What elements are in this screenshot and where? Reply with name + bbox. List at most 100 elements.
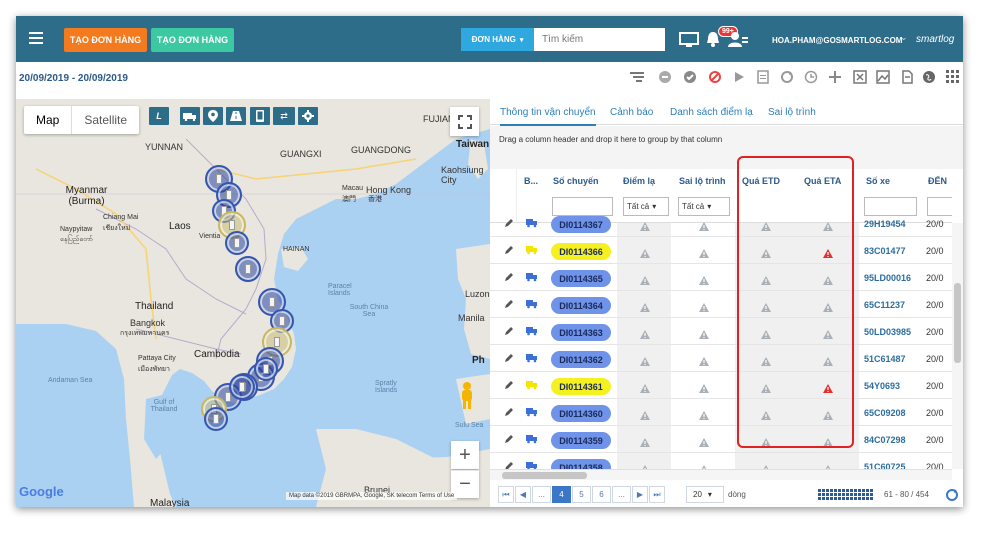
tab-shipping-info[interactable]: Thông tin vận chuyển	[500, 107, 596, 126]
trip-number-badge[interactable]: DI0114362	[551, 351, 611, 368]
edit-pencil-icon[interactable]	[504, 434, 514, 444]
col-header-den[interactable]: ĐẾN	[928, 176, 947, 186]
pager-page-6[interactable]: 6	[592, 486, 611, 503]
pager-first-button[interactable]: ⏮	[498, 486, 514, 503]
zoom-in-button[interactable]: +	[451, 441, 479, 469]
table-row[interactable]: DI0114363 50LD03985 20/0	[490, 318, 952, 345]
trip-number-badge[interactable]: DI0114358	[551, 459, 611, 469]
create-order-button-primary[interactable]: TẠO ĐƠN HÀNG	[64, 28, 147, 52]
map-attribution[interactable]: Map data ©2019 GBRMPA, Google, SK teleco…	[286, 492, 458, 500]
map-tool-truck-icon[interactable]	[180, 107, 200, 125]
edit-pencil-icon[interactable]	[504, 326, 514, 336]
table-row[interactable]: DI0114366 83C01477 20/0	[490, 237, 952, 264]
globe-icon[interactable]	[922, 70, 936, 84]
trip-number-badge[interactable]: DI0114364	[551, 297, 611, 314]
table-row[interactable]: DI0114367 29H19454 20/0	[490, 210, 952, 237]
pager-last-button[interactable]: ⏭	[649, 486, 665, 503]
pager-page-ellipsis-left[interactable]: ...	[532, 486, 551, 503]
table-row[interactable]: DI0114364 65C11237 20/0	[490, 291, 952, 318]
search-input[interactable]	[534, 28, 665, 51]
map-tool-road-icon[interactable]	[226, 107, 246, 125]
pager-next-button[interactable]: ▶	[632, 486, 648, 503]
pager-refresh-icon[interactable]	[945, 488, 959, 502]
user-menu-chevron-icon[interactable]: ⌄	[900, 32, 908, 43]
table-row[interactable]: DI0114360 65C09208 20/0	[490, 399, 952, 426]
play-icon[interactable]	[732, 70, 746, 84]
edit-pencil-icon[interactable]	[504, 272, 514, 282]
map-tool-pin-icon[interactable]	[203, 107, 223, 125]
hamburger-menu-icon[interactable]	[29, 32, 43, 34]
map-type-map-button[interactable]: Map	[24, 106, 71, 134]
arrival-time: 20/0	[926, 246, 944, 256]
edit-pencil-icon[interactable]	[504, 407, 514, 417]
table-row[interactable]: DI0114365 95LD00016 20/0	[490, 264, 952, 291]
table-row[interactable]: DI0114358 51C60725 20/0	[490, 453, 952, 469]
grid-icon[interactable]	[946, 70, 960, 84]
list-icon[interactable]	[658, 70, 672, 84]
tab-wrong-route[interactable]: Sai lộ trình	[768, 107, 816, 118]
export-icon[interactable]	[900, 70, 914, 84]
date-range-picker[interactable]: 20/09/2019 - 20/09/2019	[19, 73, 128, 84]
wrong-route-warning-icon	[699, 434, 709, 452]
user-email[interactable]: HOA.PHAM@GOSMARTLOG.COM	[772, 36, 902, 45]
group-drop-zone[interactable]	[490, 126, 963, 169]
clock-icon[interactable]	[804, 70, 818, 84]
grid-pager: ⏮ ◀ ... 4 5 6 ... ▶ ⏭ 20 ▾ dòng 61 - 80 /…	[490, 482, 963, 507]
col-header-plate[interactable]: Số xe	[866, 176, 890, 186]
map-tool-settings-icon[interactable]	[298, 107, 318, 125]
document-icon[interactable]	[756, 70, 770, 84]
truck-status-icon	[526, 462, 537, 469]
trip-number-badge[interactable]: DI0114360	[551, 405, 611, 422]
vertical-scrollbar[interactable]	[952, 223, 963, 469]
filter-icon[interactable]	[630, 70, 644, 84]
edit-pencil-icon[interactable]	[504, 353, 514, 363]
pager-page-4[interactable]: 4	[552, 486, 571, 503]
table-row[interactable]: DI0114362 51C61487 20/0	[490, 345, 952, 372]
monitor-icon[interactable]	[679, 32, 699, 48]
trip-number-badge[interactable]: DI0114361	[551, 378, 611, 395]
image-icon[interactable]	[876, 70, 890, 84]
refresh-icon[interactable]	[780, 70, 794, 84]
table-row[interactable]: DI0114361 54Y0693 20/0	[490, 372, 952, 399]
edit-pencil-icon[interactable]	[504, 380, 514, 390]
map-type-satellite-button[interactable]: Satellite	[71, 106, 139, 134]
col-header-trip[interactable]: Số chuyến	[553, 176, 599, 186]
user-group-icon[interactable]	[728, 31, 748, 47]
density-grid-icon[interactable]	[818, 489, 874, 501]
col-header-b[interactable]: B...	[524, 176, 538, 186]
excel-icon[interactable]	[853, 70, 867, 84]
tab-alerts[interactable]: Cảnh báo	[610, 107, 653, 118]
page-size-select[interactable]: 20 ▾	[686, 486, 724, 503]
map-view[interactable]: YUNNAN GUANGXI GUANGDONG FUJIAN Taiwan K…	[16, 99, 490, 507]
vertical-scroll-thumb[interactable]	[954, 283, 961, 363]
check-circle-icon[interactable]	[683, 70, 697, 84]
ban-icon[interactable]	[708, 70, 722, 84]
tab-strange-points[interactable]: Danh sách điểm lạ	[670, 107, 753, 118]
fullscreen-button[interactable]	[450, 107, 479, 136]
trip-number-badge[interactable]: DI0114366	[551, 243, 611, 260]
edit-pencil-icon[interactable]	[504, 245, 514, 255]
edit-pencil-icon[interactable]	[504, 461, 514, 469]
table-row[interactable]: DI0114359 84C07298 20/0	[490, 426, 952, 453]
trip-number-badge[interactable]: DI0114367	[551, 216, 611, 233]
map-tool-line-icon[interactable]: L	[149, 107, 169, 125]
col-header-strange-point[interactable]: Điểm lạ	[623, 176, 655, 186]
horizontal-scroll-thumb[interactable]	[502, 472, 587, 479]
pager-page-5[interactable]: 5	[572, 486, 591, 503]
search-type-dropdown[interactable]: ĐƠN HÀNG ▾	[461, 28, 534, 51]
create-order-button-secondary[interactable]: TẠO ĐƠN HÀNG	[151, 28, 234, 52]
truck-marker-icon	[263, 364, 269, 374]
trip-number-badge[interactable]: DI0114359	[551, 432, 611, 449]
map-tool-phone-icon[interactable]	[250, 107, 270, 125]
horizontal-scrollbar[interactable]	[490, 469, 952, 480]
map-tool-swap-icon[interactable]: ⇄	[273, 107, 295, 125]
trip-number-badge[interactable]: DI0114365	[551, 270, 611, 287]
col-header-wrong-route[interactable]: Sai lộ trình	[679, 176, 726, 186]
street-view-pegman-icon[interactable]	[455, 377, 479, 415]
trip-number-badge[interactable]: DI0114363	[551, 324, 611, 341]
pager-page-ellipsis-right[interactable]: ...	[612, 486, 631, 503]
pager-prev-button[interactable]: ◀	[515, 486, 531, 503]
plus-icon[interactable]	[828, 70, 842, 84]
edit-pencil-icon[interactable]	[504, 299, 514, 309]
edit-pencil-icon[interactable]	[504, 218, 514, 228]
